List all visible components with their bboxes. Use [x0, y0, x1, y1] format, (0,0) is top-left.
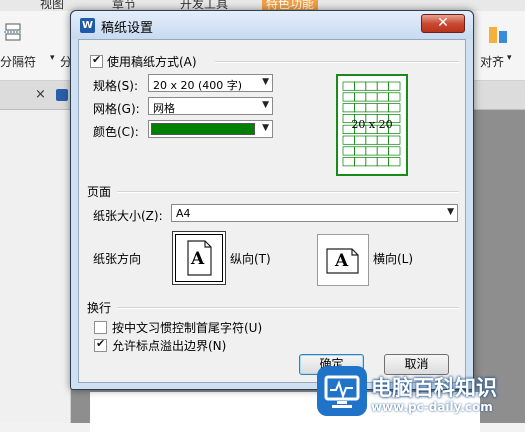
preview-cell [342, 103, 355, 113]
divider [117, 307, 459, 309]
dialog-body: ✔ 使用稿纸方式(A) 规格(S): 20 x 20 (400 字) ▼ 网格(… [78, 39, 466, 383]
close-icon: ✕ [437, 15, 449, 31]
checkmark-icon: ✔ [96, 337, 106, 350]
grid-value: 网格 [153, 102, 175, 115]
align-button[interactable]: 对齐 [480, 53, 504, 70]
preview-cell [388, 92, 401, 102]
align-icon[interactable] [488, 25, 510, 48]
preview-cell [354, 81, 367, 91]
divider [117, 191, 459, 193]
landscape-label: 横向(L) [373, 252, 414, 266]
divider [215, 61, 459, 63]
preview-cell [365, 146, 378, 156]
portrait-label: 纵向(T) [230, 252, 271, 266]
portrait-glyph: A [191, 249, 205, 269]
preview-cell [376, 135, 389, 145]
preview-cell [365, 81, 378, 91]
chevron-down-icon: ▼ [262, 100, 269, 110]
preview-cell [388, 146, 401, 156]
color-select[interactable]: ▼ [148, 120, 273, 138]
watermark-url: www.pc-daily.com [371, 400, 493, 414]
spec-value: 20 x 20 (400 字) [153, 79, 243, 92]
close-doc-icon[interactable]: × [35, 87, 46, 102]
orientation-label: 纸张方向 [93, 252, 142, 266]
chevron-down-icon: ▼ [447, 207, 454, 217]
checkmark-icon: ✔ [92, 53, 102, 66]
preview-cell [342, 157, 355, 167]
preview-cell [376, 146, 389, 156]
paper-size-value: A4 [176, 207, 191, 220]
color-swatch [151, 123, 255, 135]
preview-cell [354, 103, 367, 113]
preview-cell [354, 92, 367, 102]
close-button[interactable]: ✕ [421, 14, 465, 33]
page-break-button[interactable]: 分隔符 [0, 53, 36, 70]
wrap-group-label: 换行 [87, 301, 112, 315]
page-break-dropdown-icon[interactable]: ▾ [50, 53, 55, 63]
manuscript-settings-dialog: W 稿纸设置 ✕ ✔ 使用稿纸方式(A) 规格(S): 20 x 20 (400… [70, 10, 474, 390]
preview-cell [365, 103, 378, 113]
color-label: 颜色(C): [93, 125, 139, 139]
preview-cell [376, 92, 389, 102]
manuscript-preview: 20 x 20 [336, 74, 408, 176]
grid-label: 网格(G): [93, 102, 140, 116]
preview-cell [342, 146, 355, 156]
preview-cell [342, 81, 355, 91]
dialog-titlebar[interactable]: W 稿纸设置 ✕ [71, 11, 473, 39]
site-watermark: 电脑百科知识 www.pc-daily.com [307, 358, 525, 423]
portrait-option[interactable]: A [175, 234, 223, 282]
preview-cell [376, 157, 389, 167]
paper-size-label: 纸张大小(Z): [93, 209, 163, 223]
preview-cell [388, 103, 401, 113]
side-panel [0, 110, 71, 423]
wps-logo-icon: W [80, 18, 95, 33]
doc-icon [56, 89, 68, 101]
punctuation-overflow-checkbox[interactable]: ✔ [94, 337, 107, 352]
watermark-title: 电脑百科知识 [371, 376, 497, 400]
preview-cell [376, 81, 389, 91]
preview-cell [354, 146, 367, 156]
cjk-line-break-checkbox[interactable] [94, 321, 107, 334]
preview-cell [354, 157, 367, 167]
preview-cell [388, 135, 401, 145]
cjk-line-break-label: 按中文习惯控制首尾字符(U) [112, 321, 263, 335]
preview-cell [388, 157, 401, 167]
preview-label: 20 x 20 [351, 118, 393, 131]
landscape-glyph: A [335, 251, 349, 271]
preview-cell [365, 157, 378, 167]
preview-cell [365, 135, 378, 145]
page-break-icon[interactable] [4, 23, 24, 46]
spec-select[interactable]: 20 x 20 (400 字) ▼ [148, 74, 273, 92]
preview-cell [365, 92, 378, 102]
preview-cell [342, 135, 355, 145]
paper-size-select[interactable]: A4 ▼ [171, 204, 458, 222]
dialog-title: 稿纸设置 [101, 21, 154, 36]
preview-cell [376, 103, 389, 113]
chevron-down-icon: ▼ [262, 123, 269, 133]
use-manuscript-label: 使用稿纸方式(A) [107, 55, 197, 69]
preview-cell [388, 81, 401, 91]
spec-label: 规格(S): [93, 79, 139, 93]
page-group-label: 页面 [87, 185, 112, 199]
preview-cell [342, 92, 355, 102]
monitor-logo-icon [317, 366, 367, 416]
grid-select[interactable]: 网格 ▼ [148, 97, 273, 115]
use-manuscript-checkbox[interactable]: ✔ [90, 53, 103, 68]
preview-cell [354, 135, 367, 145]
chevron-down-icon: ▼ [262, 77, 269, 87]
menu-tab-view[interactable]: 视图 [40, 0, 64, 11]
punctuation-overflow-label: 允许标点溢出边界(N) [112, 339, 227, 353]
align-dropdown-icon[interactable]: ▾ [507, 53, 512, 63]
landscape-option[interactable]: A [317, 234, 369, 286]
